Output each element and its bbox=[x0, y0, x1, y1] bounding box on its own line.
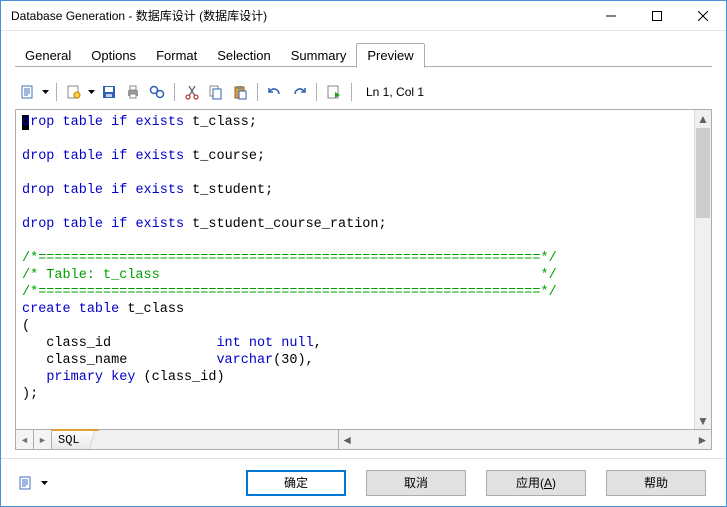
code-area[interactable]: drop table if exists t_class; drop table… bbox=[16, 110, 694, 429]
apply-button[interactable]: 应用(A) bbox=[486, 470, 586, 496]
tab-options[interactable]: Options bbox=[81, 44, 146, 67]
separator bbox=[174, 83, 175, 101]
paste-button[interactable] bbox=[229, 81, 251, 103]
scroll-thumb[interactable] bbox=[696, 128, 710, 218]
chevron-down-icon bbox=[39, 472, 49, 494]
cursor-position-label: Ln 1, Col 1 bbox=[366, 85, 424, 99]
editor-tab-space bbox=[99, 430, 339, 449]
undo-button[interactable] bbox=[264, 81, 286, 103]
copy-button[interactable] bbox=[205, 81, 227, 103]
toolbar: Ln 1, Col 1 bbox=[15, 75, 712, 107]
dropdown-1[interactable] bbox=[17, 81, 50, 103]
tab-general[interactable]: General bbox=[15, 44, 81, 67]
chevron-down-icon bbox=[40, 81, 50, 103]
chevron-down-icon bbox=[86, 81, 96, 103]
vertical-scrollbar[interactable]: ▲ ▼ bbox=[694, 110, 711, 429]
editor-tab-sql[interactable]: SQL bbox=[52, 429, 99, 449]
help-button[interactable]: 帮助 bbox=[606, 470, 706, 496]
editor-tab-label: SQL bbox=[58, 433, 80, 447]
ok-button[interactable]: 确定 bbox=[246, 470, 346, 496]
tab-preview[interactable]: Preview bbox=[356, 43, 424, 68]
code-editor[interactable]: drop table if exists t_class; drop table… bbox=[16, 110, 711, 429]
prev-tab-icon[interactable]: ◄ bbox=[16, 430, 34, 449]
editor-frame: drop table if exists t_class; drop table… bbox=[15, 109, 712, 450]
dialog-window: Database Generation - 数据库设计 (数据库设计) Gene… bbox=[0, 0, 727, 507]
redo-button[interactable] bbox=[288, 81, 310, 103]
separator bbox=[257, 83, 258, 101]
new-page-icon bbox=[63, 81, 85, 103]
cancel-label: 取消 bbox=[404, 474, 428, 491]
scroll-right-icon[interactable]: ► bbox=[694, 430, 711, 449]
print-button[interactable] bbox=[122, 81, 144, 103]
minimize-button[interactable] bbox=[588, 1, 634, 31]
page-icon bbox=[17, 81, 39, 103]
tab-summary[interactable]: Summary bbox=[281, 44, 357, 67]
help-label: 帮助 bbox=[644, 474, 668, 491]
ok-label: 确定 bbox=[284, 474, 308, 491]
dialog-footer: 确定 取消 应用(A) 帮助 bbox=[1, 458, 726, 506]
tab-strip: GeneralOptionsFormatSelectionSummaryPrev… bbox=[15, 41, 712, 67]
run-button[interactable] bbox=[323, 81, 345, 103]
next-tab-icon[interactable]: ► bbox=[34, 430, 52, 449]
separator bbox=[351, 83, 352, 101]
scroll-down-icon[interactable]: ▼ bbox=[695, 412, 711, 429]
editor-bottom-bar: ◄ ► SQL ◄ ► bbox=[16, 429, 711, 449]
separator bbox=[316, 83, 317, 101]
window-title: Database Generation - 数据库设计 (数据库设计) bbox=[11, 7, 588, 24]
save-button[interactable] bbox=[98, 81, 120, 103]
dropdown-2[interactable] bbox=[63, 81, 96, 103]
page-icon bbox=[15, 472, 37, 494]
titlebar[interactable]: Database Generation - 数据库设计 (数据库设计) bbox=[1, 1, 726, 31]
tab-selection[interactable]: Selection bbox=[207, 44, 280, 67]
find-button[interactable] bbox=[146, 81, 168, 103]
scroll-up-icon[interactable]: ▲ bbox=[695, 110, 711, 127]
scroll-left-icon[interactable]: ◄ bbox=[339, 430, 356, 449]
tab-format[interactable]: Format bbox=[146, 44, 207, 67]
cut-button[interactable] bbox=[181, 81, 203, 103]
dialog-content: GeneralOptionsFormatSelectionSummaryPrev… bbox=[1, 31, 726, 450]
horizontal-scrollbar[interactable]: ◄ ► bbox=[339, 430, 711, 449]
cancel-button[interactable]: 取消 bbox=[366, 470, 466, 496]
footer-dropdown[interactable] bbox=[15, 472, 49, 494]
maximize-button[interactable] bbox=[634, 1, 680, 31]
close-button[interactable] bbox=[680, 1, 726, 31]
separator bbox=[56, 83, 57, 101]
